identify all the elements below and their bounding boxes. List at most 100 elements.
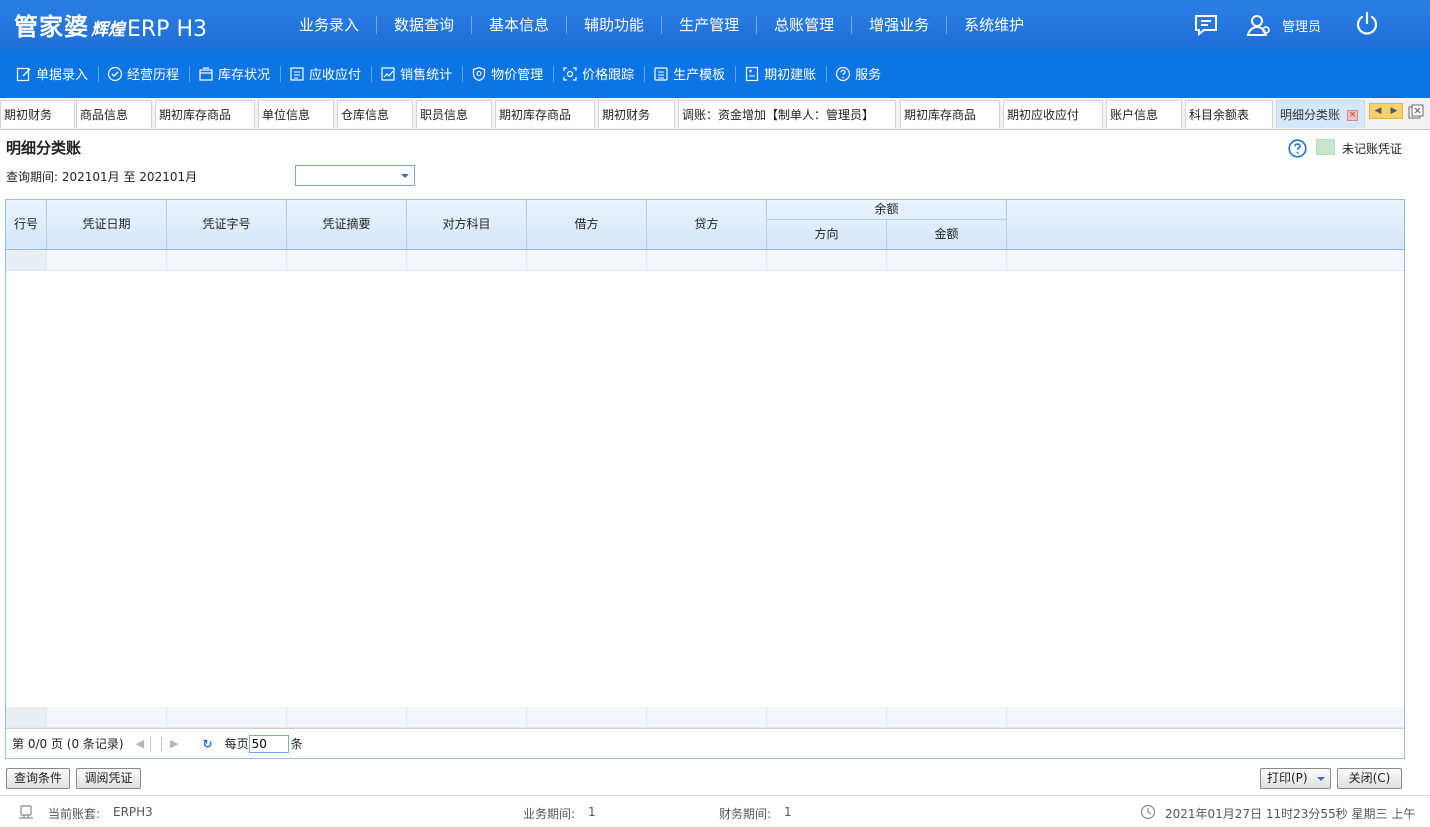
help-icon: [836, 66, 851, 81]
business-period-label: 业务期间:: [523, 807, 576, 821]
prev-page-icon[interactable]: ◀: [136, 737, 144, 750]
power-icon[interactable]: [1354, 11, 1380, 37]
col-direction[interactable]: 方向: [767, 220, 887, 249]
toolbar-stock-status[interactable]: 库存状况: [190, 65, 282, 83]
per-page-label: 每页: [224, 737, 249, 751]
toolbar-bill-entry[interactable]: 单据录入: [8, 65, 100, 83]
toolbar-operation-history[interactable]: 经营历程: [99, 65, 191, 83]
tab-opening-finance-2[interactable]: 期初财务: [598, 100, 675, 128]
row-cell: [887, 250, 1007, 270]
col-amount[interactable]: 金额: [887, 220, 1007, 249]
query-conditions-button[interactable]: 查询条件: [6, 768, 70, 789]
row-cell: [287, 707, 407, 727]
col-row-no[interactable]: 行号: [6, 200, 47, 249]
print-button[interactable]: 打印(P): [1260, 768, 1331, 789]
pager: 第 0/0 页 (0 条记录) ◀ ▶ ↻ 每页 条: [6, 728, 1404, 758]
col-counter-account[interactable]: 对方科目: [407, 200, 527, 249]
toolbar-sales-stats[interactable]: 销售统计: [372, 65, 464, 83]
toolbar-label: 价格跟踪: [582, 68, 635, 83]
menu-aux-functions[interactable]: 辅助功能: [567, 15, 663, 34]
tab-scroll-right-icon[interactable]: ▶: [1386, 104, 1402, 118]
toolbar-price-management[interactable]: 物价管理: [463, 65, 555, 83]
account-set-value: ERPH3: [113, 805, 153, 819]
col-credit[interactable]: 贷方: [647, 200, 767, 249]
quick-toolbar: 单据录入 经营历程 库存状况 应收应付 销售统计 物价管理 价格跟踪 生产模板 …: [0, 49, 1430, 98]
tab-opening-stock[interactable]: 期初库存商品: [155, 100, 255, 128]
next-page-icon[interactable]: ▶: [170, 737, 178, 750]
chevron-down-icon[interactable]: [1317, 777, 1325, 781]
tab-unit-info[interactable]: 单位信息: [258, 100, 334, 128]
finance-period-value: 1: [784, 805, 792, 819]
toolbar-production-template[interactable]: 生产模板: [645, 65, 737, 83]
col-debit[interactable]: 借方: [527, 200, 647, 249]
row-cell: [287, 250, 407, 270]
tab-account-info[interactable]: 账户信息: [1106, 100, 1182, 128]
toolbar-price-tracking[interactable]: 价格跟踪: [554, 65, 646, 83]
box-icon: [199, 66, 213, 81]
col-summary[interactable]: 凭证摘要: [287, 200, 407, 249]
tab-goods-info[interactable]: 商品信息: [76, 100, 152, 128]
account-set-label: 当前账套:: [48, 807, 101, 821]
tab-adjust-fund[interactable]: 调账：资金增加【制单人：管理员】: [678, 100, 896, 128]
toolbar-label: 生产模板: [673, 68, 726, 83]
toolbar-receivables-payables[interactable]: 应收应付: [281, 65, 373, 83]
edit-icon: [16, 67, 31, 81]
tab-detail-ledger[interactable]: 明细分类账 ×: [1276, 100, 1365, 128]
target-icon: [563, 66, 577, 81]
current-datetime: 2021年01月27日 11时23分55秒 星期三 上午: [1165, 807, 1416, 821]
close-all-tabs-icon[interactable]: [1408, 104, 1424, 123]
tab-opening-finance[interactable]: 期初财务: [0, 100, 75, 128]
user-name[interactable]: 管理员: [1282, 16, 1321, 35]
chevron-down-icon[interactable]: [401, 174, 409, 178]
close-button[interactable]: 关闭(C): [1337, 768, 1402, 789]
menu-business-entry[interactable]: 业务录入: [282, 15, 378, 34]
tab-employee-info[interactable]: 职员信息: [416, 100, 492, 128]
user-icon[interactable]: [1245, 12, 1271, 38]
tab-subject-balance[interactable]: 科目余额表: [1185, 100, 1273, 128]
menu-system[interactable]: 系统维护: [947, 16, 1041, 34]
row-cell: [887, 707, 1007, 727]
tab-opening-stock-2[interactable]: 期初库存商品: [495, 100, 595, 128]
menu-data-query[interactable]: 数据查询: [377, 15, 473, 34]
tab-opening-stock-3[interactable]: 期初库存商品: [900, 100, 1000, 128]
tab-label: 明细分类账: [1280, 108, 1341, 122]
tab-opening-ar-ap[interactable]: 期初应收应付: [1003, 100, 1103, 128]
ledger-grid: 行号 凭证日期 凭证字号 凭证摘要 对方科目 借方 贷方 余额 方向 金额 第 …: [5, 199, 1405, 759]
row-cell: [6, 250, 47, 270]
view-voucher-button[interactable]: 调阅凭证: [76, 768, 141, 789]
tab-scroll-buttons: ◀ ▶: [1369, 103, 1403, 119]
row-cell: [407, 707, 527, 727]
main-menu: 业务录入 数据查询 基本信息 辅助功能 生产管理 总账管理 增强业务 系统维护: [282, 0, 1041, 49]
check-circle-icon: [107, 66, 123, 81]
tab-warehouse-info[interactable]: 仓库信息: [337, 100, 413, 128]
row-cell: [767, 707, 887, 727]
menu-enhanced[interactable]: 增强业务: [852, 15, 948, 34]
grid-header: 行号 凭证日期 凭证字号 凭证摘要 对方科目 借方 贷方 余额 方向 金额: [6, 200, 1404, 250]
tab-scroll-left-icon[interactable]: ◀: [1370, 104, 1386, 118]
row-cell: [47, 707, 167, 727]
table-row[interactable]: [6, 250, 1404, 271]
row-cell: [647, 707, 767, 727]
col-voucher-date[interactable]: 凭证日期: [47, 200, 167, 249]
database-icon: [18, 804, 34, 823]
row-cell: [47, 250, 167, 270]
pager-summary: 第 0/0 页 (0 条记录): [12, 737, 124, 751]
col-voucher-no[interactable]: 凭证字号: [167, 200, 287, 249]
summary-row: [6, 707, 1404, 728]
menu-basic-info[interactable]: 基本信息: [472, 15, 568, 34]
query-period: 查询期间: 202101月 至 202101月: [6, 170, 198, 184]
per-page-input[interactable]: [248, 734, 289, 753]
menu-production[interactable]: 生产管理: [662, 15, 758, 34]
help-icon[interactable]: [1288, 139, 1307, 161]
toolbar-opening-setup[interactable]: 期初建账: [736, 65, 828, 83]
refresh-icon[interactable]: ↻: [203, 737, 213, 751]
period-dropdown[interactable]: [295, 165, 415, 186]
top-bar: 管家婆 辉煌 ERP H3 业务录入 数据查询 基本信息 辅助功能 生产管理 总…: [0, 0, 1430, 49]
menu-general-ledger[interactable]: 总账管理: [757, 15, 853, 34]
toolbar-service[interactable]: 服务: [827, 66, 891, 83]
close-tab-icon[interactable]: ×: [1347, 110, 1358, 121]
brand-sub: 辉煌: [91, 20, 125, 40]
message-icon[interactable]: [1193, 12, 1219, 38]
row-cell: [6, 707, 47, 727]
chart-icon: [381, 66, 395, 81]
